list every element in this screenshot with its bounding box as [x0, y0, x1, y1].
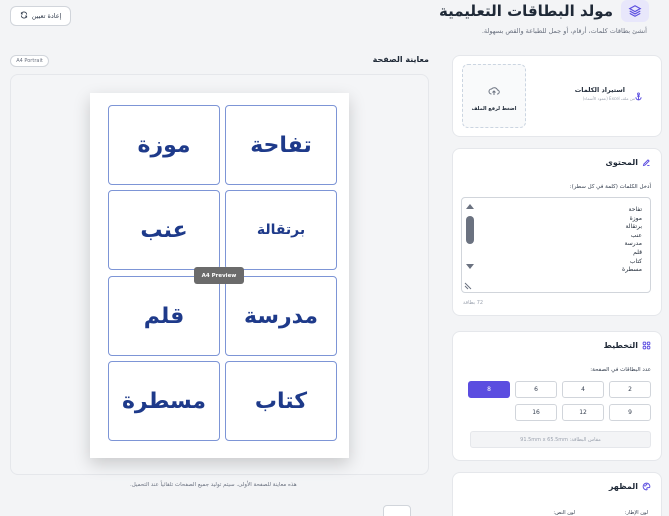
layout-title: التخطيط	[603, 341, 638, 350]
a4-page: تفاحة موزة برتقالة عنب مدرسة قلم كتاب مس…	[90, 93, 349, 458]
appearance-header: المظهر	[609, 482, 651, 491]
card-size-info: مقاس البطاقة: 91.5mm x 65.5mm	[470, 431, 651, 448]
card-count: 72 بطاقة	[463, 300, 484, 306]
textarea-scrollbar[interactable]	[462, 198, 478, 292]
border-color-label: لون الإطار:	[624, 510, 648, 516]
layout-panel: التخطيط عدد البطاقات في الصفحة: 2 4 6 8 …	[452, 331, 662, 461]
layout-option-8[interactable]: 8	[468, 381, 510, 398]
card: برتقالة	[225, 190, 337, 270]
word-line: موزة	[629, 214, 642, 222]
preview-note: هذه معاينة للصفحة الأولى. سيتم توليد جمي…	[130, 482, 297, 488]
card-text: مسطرة	[121, 388, 207, 414]
palette-icon	[642, 482, 651, 491]
preview-title: معاينة الصفحة	[372, 55, 429, 64]
import-panel: استيراد الكلمات من ملف Excel (عمود الأسم…	[452, 55, 662, 137]
word-line: مدرسة	[624, 240, 642, 248]
grid-icon	[642, 341, 651, 350]
file-dropzone[interactable]: اضغط لرفع الملف	[462, 64, 526, 128]
scroll-up-icon[interactable]	[466, 204, 474, 209]
card-text: قلم	[143, 303, 185, 329]
word-line: تفاحة	[628, 206, 642, 213]
reset-label: إعادة تعيين	[31, 12, 62, 20]
word-line: كتاب	[629, 257, 642, 265]
text-color-label: لون النص:	[553, 510, 575, 516]
dropzone-label: اضغط لرفع الملف	[471, 105, 517, 112]
layout-option-6[interactable]: 6	[515, 381, 557, 398]
content-panel: المحتوى أدخل الكلمات (كلمة في كل سطر): ت…	[452, 148, 662, 316]
layout-option-9[interactable]: 9	[609, 404, 651, 421]
card: كتاب	[225, 361, 337, 441]
app-title: مولد البطاقات التعليمية	[439, 2, 613, 20]
card: قلم	[108, 276, 220, 356]
layout-option-12[interactable]: 12	[562, 404, 604, 421]
layout-option-16[interactable]: 16	[515, 404, 557, 421]
card-text: موزة	[137, 132, 191, 158]
app-subtitle: أنشئ بطاقات كلمات، أرقام، أو جمل للطباعة…	[481, 27, 647, 35]
layout-header: التخطيط	[604, 341, 651, 350]
content-header: المحتوى	[606, 158, 652, 167]
chevron-up-icon	[393, 508, 402, 516]
card: مسطرة	[108, 361, 220, 441]
words-textarea[interactable]: تفاحة موزة برتقالة عنب مدرسة قلم كتاب مس…	[461, 197, 651, 293]
collapse-toggle[interactable]	[383, 505, 411, 516]
layers-icon	[621, 0, 649, 22]
card: عنب	[108, 190, 220, 270]
card-text: برتقالة	[256, 222, 306, 238]
scroll-down-icon[interactable]	[466, 264, 474, 269]
word-line: مسطرة	[622, 266, 642, 274]
resize-handle-icon[interactable]	[464, 282, 472, 290]
card-text: عنب	[140, 217, 188, 243]
card: موزة	[108, 105, 220, 185]
appearance-panel: المظهر لون الإطار: لون النص:	[452, 472, 662, 516]
card-text: تفاحة	[250, 132, 312, 158]
content-title: المحتوى	[605, 158, 639, 167]
word-line: برتقالة	[625, 223, 642, 231]
cards-per-page-label: عدد البطاقات في الصفحة:	[590, 367, 651, 373]
anchor-icon	[634, 86, 643, 105]
import-subtitle: من ملف Excel (عمود الأسماء)	[582, 96, 635, 101]
pencil-icon	[642, 158, 651, 167]
card-text: كتاب	[254, 388, 308, 414]
reset-button[interactable]: إعادة تعيين	[10, 6, 71, 26]
appearance-title: المظهر	[608, 482, 638, 491]
preview-chip: A4 Preview	[194, 267, 244, 284]
card-text: مدرسة	[244, 303, 318, 329]
upload-cloud-icon	[488, 81, 500, 100]
preview-area: تفاحة موزة برتقالة عنب مدرسة قلم كتاب مس…	[10, 74, 429, 475]
card: مدرسة	[225, 276, 337, 356]
card: تفاحة	[225, 105, 337, 185]
refresh-icon	[20, 11, 28, 21]
page-format-badge: A4 Portrait	[10, 55, 49, 67]
layout-option-4[interactable]: 4	[562, 381, 604, 398]
word-line: عنب	[630, 231, 642, 239]
word-line: قلم	[633, 248, 642, 256]
import-title: استيراد الكلمات	[574, 86, 625, 94]
words-list: تفاحة موزة برتقالة عنب مدرسة قلم كتاب مس…	[622, 206, 642, 275]
words-field-label: أدخل الكلمات (كلمة في كل سطر):	[569, 184, 651, 190]
scroll-thumb[interactable]	[466, 216, 474, 244]
layout-option-2[interactable]: 2	[609, 381, 651, 398]
